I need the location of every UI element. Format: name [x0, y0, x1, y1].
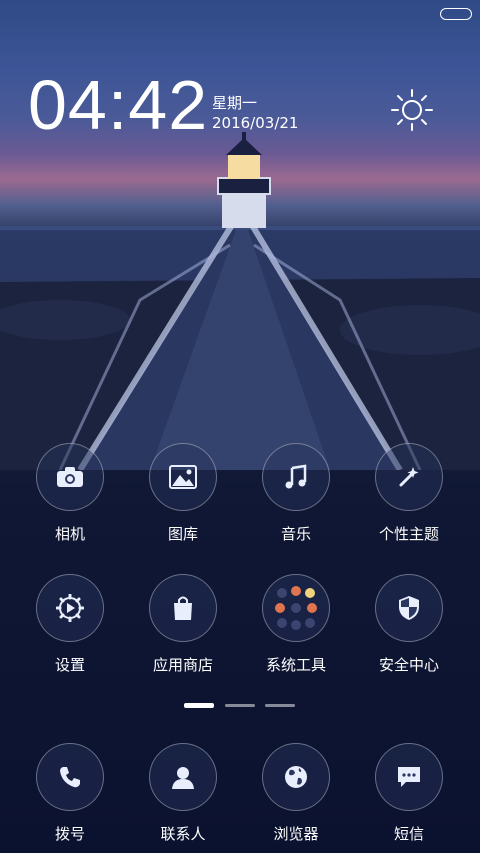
sun-icon[interactable] — [390, 88, 434, 132]
app-label: 图库 — [167, 525, 198, 543]
app-label: 音乐 — [280, 525, 311, 543]
folder-icon — [275, 586, 317, 630]
gallery-icon — [169, 465, 197, 489]
magic-wand-icon — [399, 467, 419, 487]
music-note-icon — [285, 464, 307, 489]
app-label: 短信 — [393, 825, 424, 843]
app-label: 拨号 — [54, 825, 85, 843]
globe-icon — [285, 766, 307, 788]
clock-date: 2016/03/21 — [212, 114, 299, 132]
app-label: 系统工具 — [265, 656, 326, 674]
dock-messages[interactable]: 短信 — [359, 743, 459, 844]
app-label: 安全中心 — [378, 656, 439, 674]
phone-icon — [60, 767, 80, 788]
contact-icon — [172, 767, 194, 789]
dock-browser[interactable]: 浏览器 — [246, 743, 346, 844]
app-store[interactable]: 应用商店 — [133, 574, 233, 675]
page-indicator[interactable] — [0, 703, 480, 708]
dock-phone[interactable]: 拨号 — [20, 743, 120, 844]
app-label: 浏览器 — [273, 825, 319, 843]
app-security-center[interactable]: 安全中心 — [359, 574, 459, 675]
message-icon — [398, 767, 420, 787]
camera-icon — [57, 467, 83, 487]
app-gallery[interactable]: 图库 — [133, 443, 233, 544]
app-label: 个性主题 — [378, 525, 439, 543]
app-system-tools-folder[interactable]: 系统工具 — [246, 574, 346, 675]
app-settings[interactable]: 设置 — [20, 574, 120, 675]
clock-weekday: 星期一 — [212, 94, 258, 112]
page-dot[interactable] — [265, 704, 295, 707]
clock-time[interactable]: 04:42 — [28, 70, 208, 140]
app-themes[interactable]: 个性主题 — [359, 443, 459, 544]
shopping-bag-icon — [174, 596, 192, 620]
app-camera[interactable]: 相机 — [20, 443, 120, 544]
gear-icon — [56, 594, 84, 622]
shield-icon — [399, 596, 419, 620]
dock-contacts[interactable]: 联系人 — [133, 743, 233, 844]
app-label: 相机 — [54, 525, 85, 543]
app-music[interactable]: 音乐 — [246, 443, 346, 544]
page-dot[interactable] — [184, 703, 214, 708]
app-label: 设置 — [54, 656, 85, 674]
battery-pill-icon — [440, 8, 472, 20]
app-label: 应用商店 — [152, 656, 213, 674]
app-label: 联系人 — [160, 825, 206, 843]
page-dot[interactable] — [225, 704, 255, 707]
